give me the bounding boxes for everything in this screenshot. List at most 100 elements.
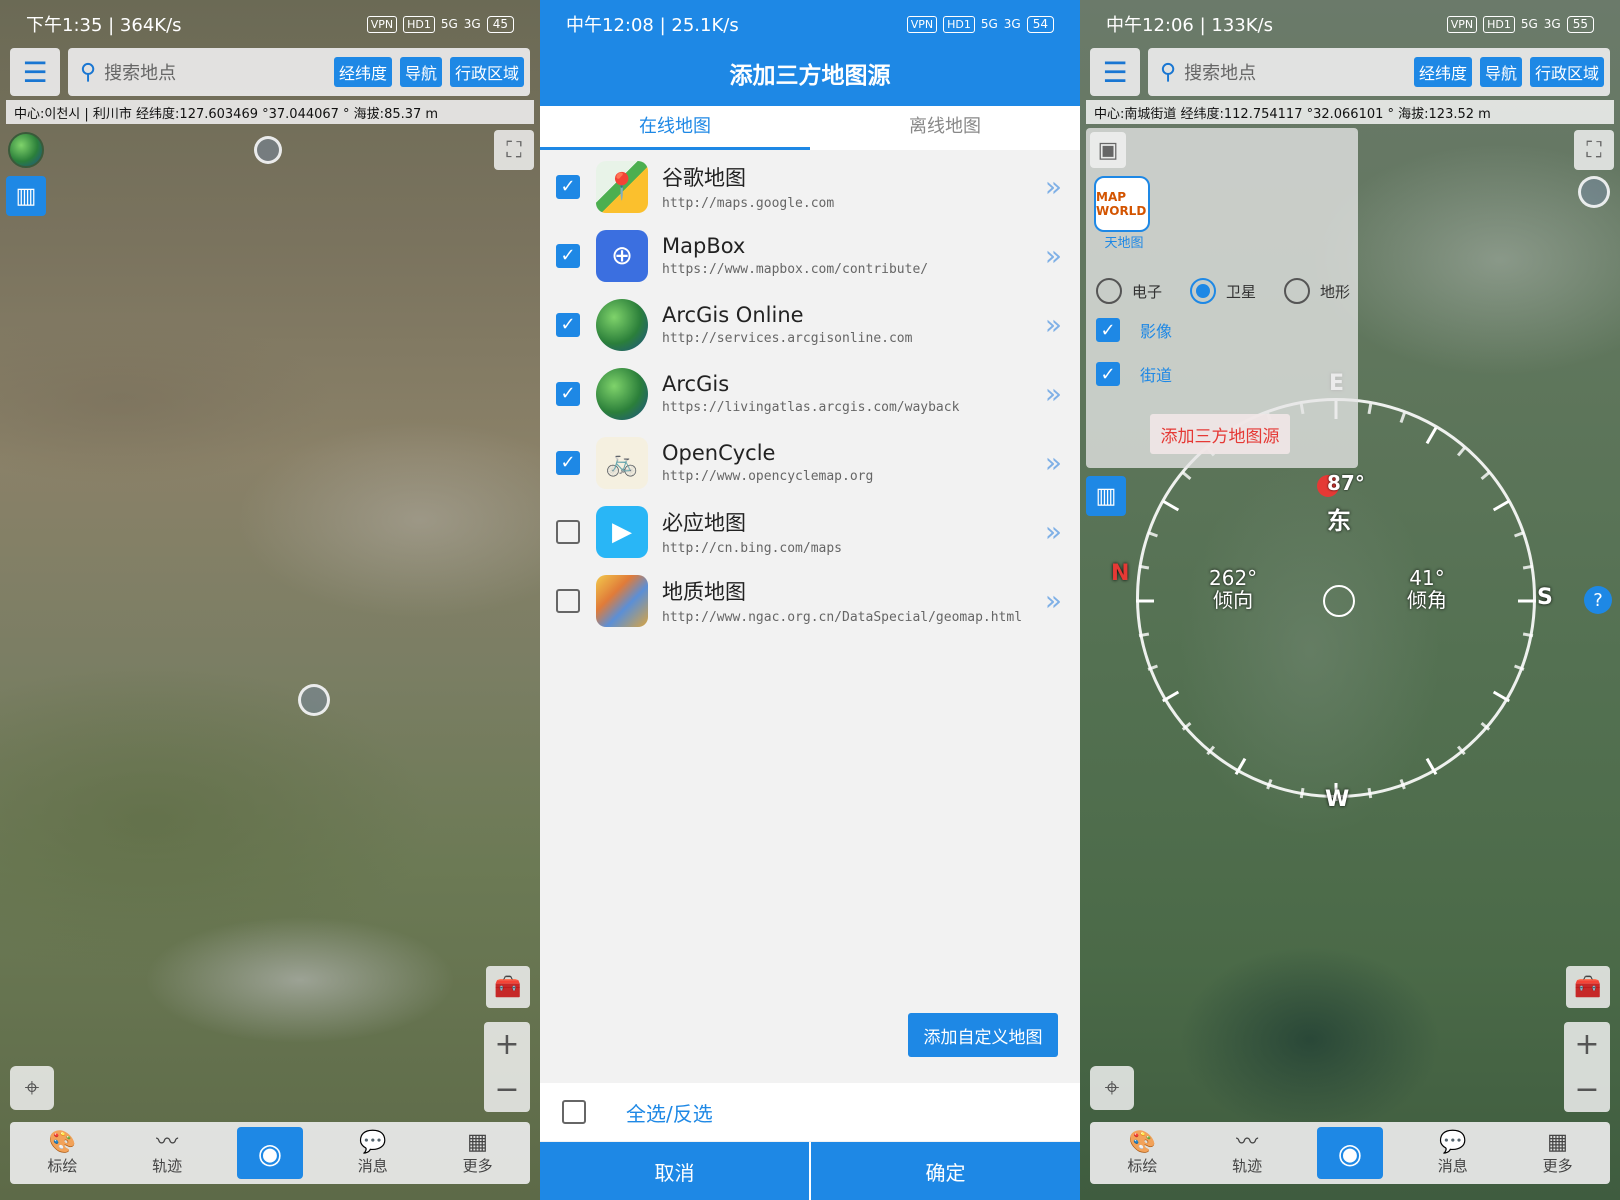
admin-region-button[interactable]: 行政区域 (1529, 57, 1604, 87)
source-checkbox[interactable] (556, 588, 580, 613)
status-icons: VPN HD1 5G 3G 45 (366, 15, 514, 33)
source-checkbox[interactable]: ✓ (556, 381, 580, 406)
select-all-checkbox[interactable] (562, 1100, 586, 1124)
compass-tick (1138, 564, 1150, 570)
compass-tick (1456, 745, 1466, 756)
source-checkbox[interactable] (556, 519, 580, 544)
nav-label: 轨迹 (1232, 1156, 1263, 1175)
source-checkbox[interactable]: ✓ (556, 243, 580, 268)
compass-icon[interactable] (254, 136, 282, 164)
tianditu-logo[interactable]: MAP WORLD (1094, 176, 1150, 232)
source-checkbox[interactable]: ✓ (556, 450, 580, 475)
locate-button[interactable]: ⌖ (1090, 1066, 1134, 1110)
toolbox-button[interactable]: 🧰 (486, 966, 530, 1008)
mode-satellite[interactable]: 卫星 (1190, 278, 1256, 304)
overlay-checkbox[interactable]: ✓ (1096, 362, 1120, 386)
buildings-button[interactable]: ▥ (1086, 476, 1126, 516)
chevron-right-icon[interactable]: » (1045, 584, 1062, 617)
mode-vector[interactable]: 电子 (1096, 278, 1162, 304)
list-item[interactable]: ▶ 必应地图 http://cn.bing.com/maps » (540, 497, 1080, 566)
radio-button[interactable] (1096, 278, 1122, 304)
list-item[interactable]: 地质地图 http://www.ngac.org.cn/DataSpecial/g… (540, 566, 1080, 635)
help-icon[interactable]: ? (1584, 586, 1612, 614)
fullscreen-button[interactable]: ⛶ (1574, 130, 1614, 170)
tab-offline-maps[interactable]: 离线地图 (810, 106, 1080, 150)
zoom-control: + − (484, 1022, 530, 1112)
camera-button[interactable]: ◉ (1316, 1127, 1383, 1179)
confirm-button[interactable]: 确定 (809, 1142, 1080, 1200)
nav-plot[interactable]: 🎨 标绘 (27, 1130, 97, 1176)
source-name: 谷歌地图 (662, 166, 746, 190)
dip-direction: 262° 倾向 (1209, 567, 1257, 611)
status-icons: VPN HD1 5G 3G 54 (906, 15, 1054, 33)
search-input[interactable]: ⚲ 搜索地点 经纬度 导航 行政区域 (68, 48, 530, 96)
tianditu-small-icon[interactable]: ▣ (1090, 132, 1126, 168)
navigation-button[interactable]: 导航 (399, 57, 442, 87)
location-info: 中心:이천시 | 利川市 经纬度:127.603469 °37.044067 °… (6, 100, 534, 124)
add-third-party-source-button[interactable]: 添加三方地图源 (1150, 414, 1290, 454)
compass-toggle-icon[interactable] (1578, 176, 1610, 208)
dialog-header: 中午12:08 | 25.1K/s VPN HD1 5G 3G 54 添加三方地… (540, 0, 1080, 106)
status-time: 下午1:35 | 364K/s (26, 15, 182, 36)
source-name: OpenCycle (662, 441, 776, 465)
compass-tick (1367, 787, 1373, 799)
nav-track[interactable]: 〰轨迹 (1212, 1130, 1282, 1176)
mode-terrain[interactable]: 地形 (1284, 278, 1350, 304)
search-placeholder: 搜索地点 (1184, 63, 1257, 84)
menu-button[interactable]: ☰ (10, 48, 60, 96)
add-custom-map-button[interactable]: 添加自定义地图 (908, 1013, 1058, 1057)
menu-button[interactable]: ☰ (1090, 48, 1140, 96)
nav-more[interactable]: ▦ 更多 (1523, 1130, 1593, 1176)
radio-button[interactable] (1284, 278, 1311, 304)
chevron-right-icon[interactable]: » (1045, 239, 1062, 272)
latlng-button[interactable]: 经纬度 (1413, 57, 1472, 87)
list-item[interactable]: ✓ ArcGis https://livingatlas.arcgis.com/w… (540, 359, 1080, 428)
chevron-right-icon[interactable]: » (1045, 170, 1062, 203)
select-all-row[interactable]: 全选/反选 (540, 1083, 1080, 1141)
latlng-button[interactable]: 经纬度 (333, 57, 392, 87)
nav-message[interactable]: 💬 消息 (338, 1130, 408, 1176)
cancel-button[interactable]: 取消 (540, 1142, 809, 1200)
nav-more[interactable]: ▦ 更多 (443, 1130, 513, 1176)
fullscreen-button[interactable]: ⛶ (494, 130, 534, 170)
locate-button[interactable]: ⌖ (10, 1066, 54, 1110)
signal-5g-icon: 5G (980, 17, 998, 31)
chevron-right-icon[interactable]: » (1045, 446, 1062, 479)
zoom-in-button[interactable]: + (1574, 1027, 1599, 1062)
chevron-right-icon[interactable]: » (1045, 377, 1062, 410)
search-input[interactable]: ⚲ 搜索地点 经纬度 导航 行政区域 (1148, 48, 1610, 96)
buildings-button[interactable]: ▥ (6, 176, 46, 216)
radio-button[interactable] (1190, 278, 1217, 304)
bottom-nav: 🎨 标绘 〰轨迹 ◉ 💬 消息 ▦ 更多 (10, 1122, 530, 1184)
overlay-checkbox[interactable]: ✓ (1096, 318, 1120, 342)
list-item[interactable]: ✓ 🚲 OpenCycle http://www.opencyclemap.org… (540, 428, 1080, 497)
zoom-in-button[interactable]: + (494, 1027, 519, 1062)
list-item[interactable]: ✓ ArcGis Online http://services.arcgisonl… (540, 290, 1080, 359)
zoom-out-button[interactable]: − (1574, 1072, 1599, 1107)
layer-globe-button[interactable] (6, 130, 46, 170)
navigation-button[interactable]: 导航 (1479, 57, 1522, 87)
location-marker[interactable] (298, 684, 330, 716)
list-item[interactable]: ✓ 📍 谷歌地图 http://maps.google.com » (540, 152, 1080, 221)
satellite-map-3d[interactable] (0, 0, 540, 1200)
nav-track[interactable]: 〰轨迹 (132, 1130, 202, 1176)
cardinal-n: N (1111, 561, 1130, 586)
source-checkbox[interactable]: ✓ (556, 174, 580, 199)
toolbox-button[interactable]: 🧰 (1566, 966, 1610, 1008)
zoom-out-button[interactable]: − (494, 1072, 519, 1107)
crosshair-icon: ⌖ (24, 1072, 40, 1103)
camera-button[interactable]: ◉ (236, 1127, 303, 1179)
signal-3g-icon: 3G (1543, 17, 1561, 31)
list-item[interactable]: ✓ ⊕ MapBox https://www.mapbox.com/contrib… (540, 221, 1080, 290)
source-checkbox[interactable]: ✓ (556, 312, 580, 337)
admin-region-button[interactable]: 行政区域 (449, 57, 524, 87)
chevron-right-icon[interactable]: » (1045, 308, 1062, 341)
overlay-imagery[interactable]: ✓ 影像 (1096, 318, 1172, 342)
nav-plot[interactable]: 🎨 标绘 (1107, 1130, 1177, 1176)
nav-label: 更多 (462, 1156, 493, 1175)
tab-online-maps[interactable]: 在线地图 (540, 106, 810, 150)
chevron-right-icon[interactable]: » (1045, 515, 1062, 548)
overlay-streets[interactable]: ✓ 街道 (1096, 362, 1172, 386)
dip-angle-label: 倾角 (1407, 588, 1447, 612)
nav-message[interactable]: 💬 消息 (1418, 1130, 1488, 1176)
